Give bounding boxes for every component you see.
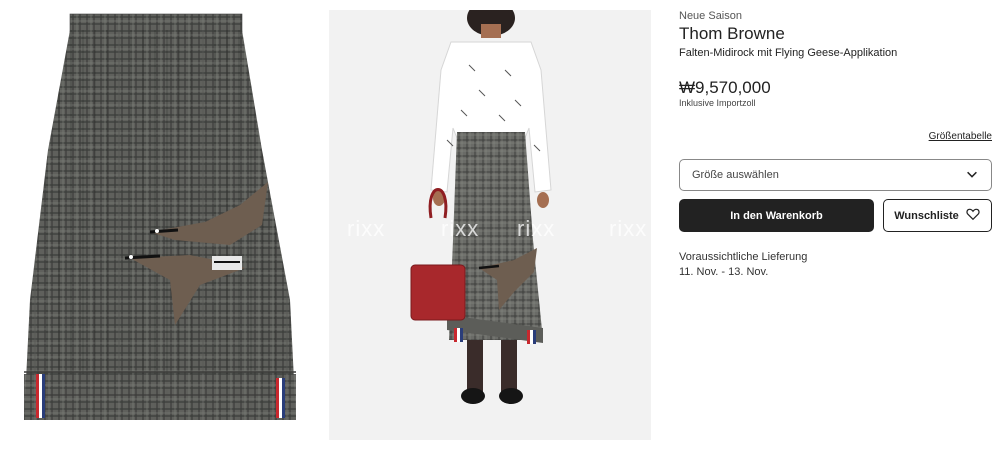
- product-description: Falten-Midirock mit Flying Geese-Applika…: [679, 47, 898, 59]
- product-image-model[interactable]: rixx rixx rixx rixx: [329, 10, 651, 440]
- size-guide-link[interactable]: Größentabelle: [929, 131, 992, 142]
- delivery-dates: 11. Nov. - 13. Nov.: [679, 266, 769, 278]
- add-to-cart-label: In den Warenkorb: [730, 209, 823, 222]
- product-info: Neue Saison Thom Browne Falten-Midirock …: [679, 10, 992, 59]
- delivery-info: Voraussichtliche Lieferung 11. Nov. - 13…: [679, 250, 807, 280]
- size-select[interactable]: Größe auswählen: [679, 159, 992, 191]
- skirt-illustration: [24, 13, 296, 420]
- watermark: rixx: [347, 216, 386, 241]
- chevron-down-icon: [965, 167, 979, 184]
- price: ₩9,570,000: [679, 78, 771, 97]
- size-select-placeholder: Größe auswählen: [692, 169, 779, 181]
- product-image-skirt[interactable]: [0, 0, 318, 447]
- add-to-cart-button[interactable]: In den Warenkorb: [679, 199, 874, 232]
- new-season-label: Neue Saison: [679, 10, 742, 22]
- watermark: rixx: [609, 216, 648, 241]
- heart-icon: [965, 206, 981, 225]
- price-note: Inklusive Importzoll: [679, 98, 756, 108]
- brand-name[interactable]: Thom Browne: [679, 24, 992, 44]
- delivery-label: Voraussichtliche Lieferung: [679, 251, 808, 263]
- watermark: rixx: [517, 216, 556, 241]
- watermark: rixx: [441, 216, 480, 241]
- wishlist-button[interactable]: Wunschliste: [883, 199, 992, 232]
- wishlist-label: Wunschliste: [894, 209, 959, 222]
